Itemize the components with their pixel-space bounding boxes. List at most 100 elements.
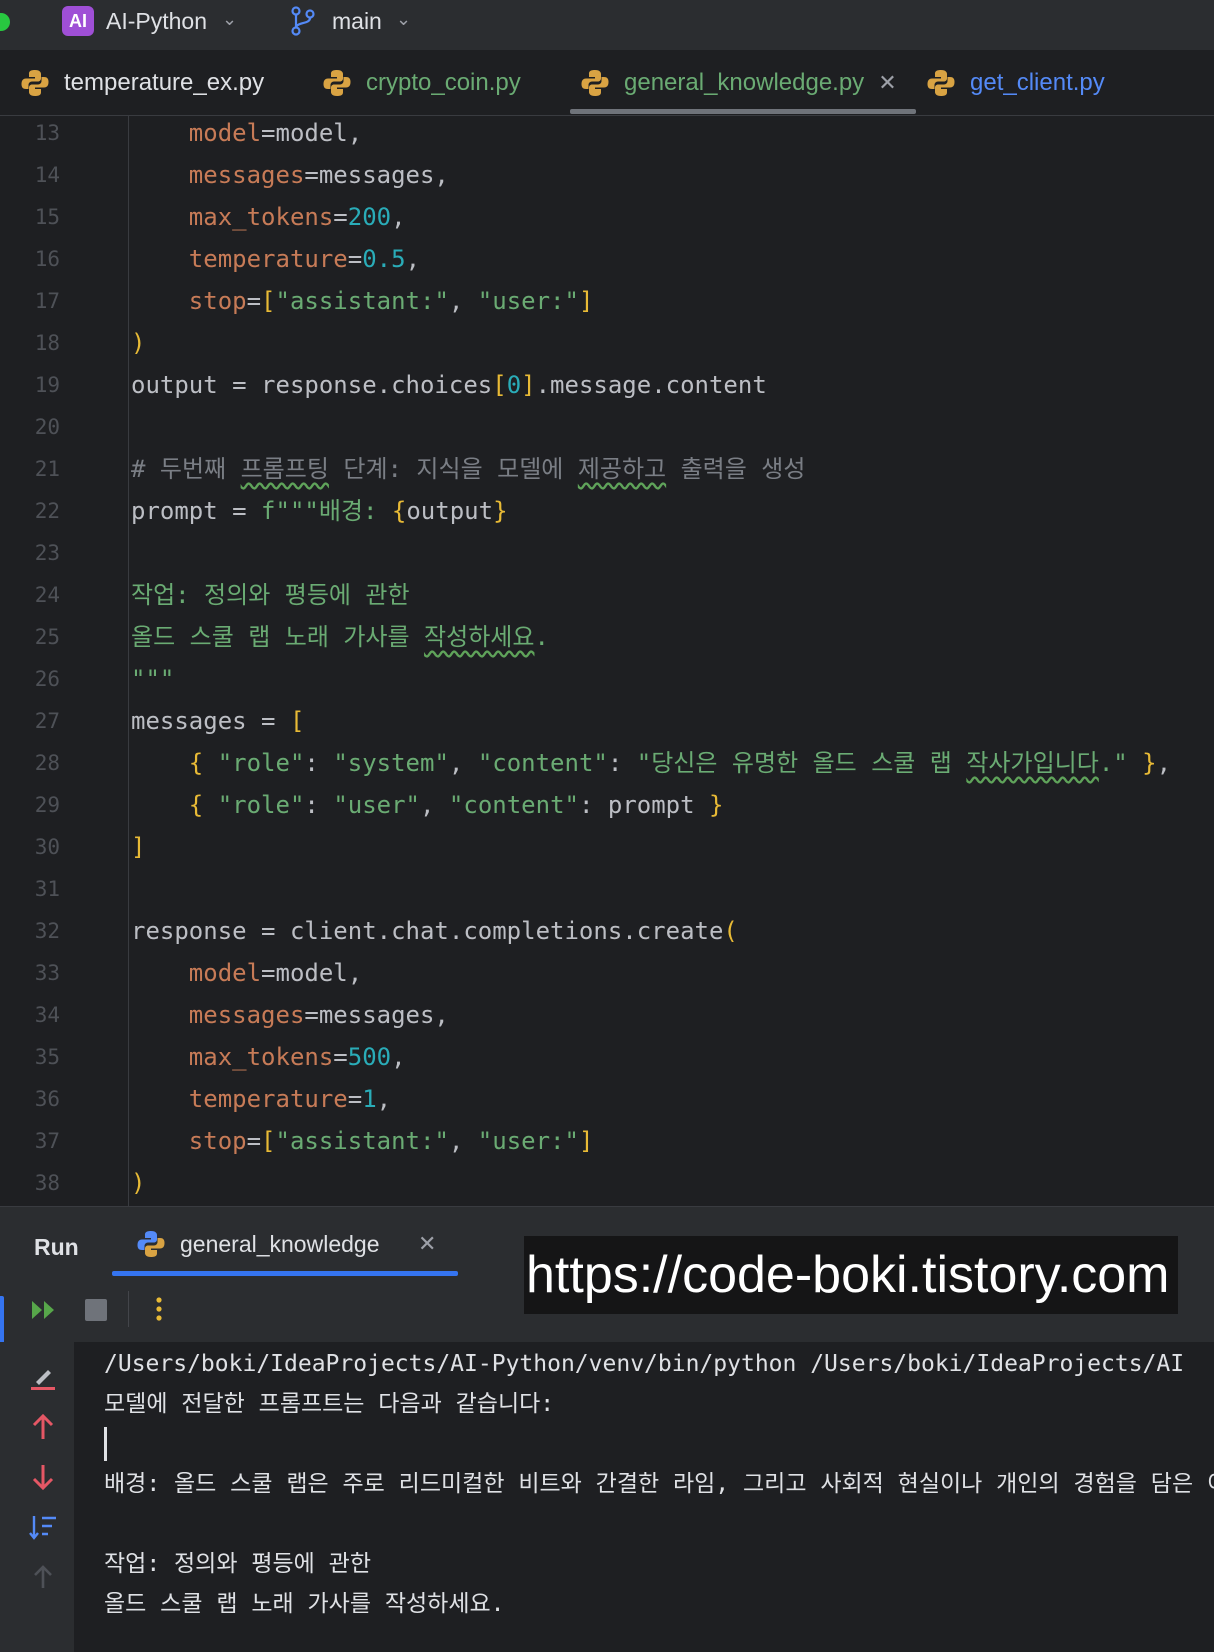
code-token: stop bbox=[131, 287, 247, 315]
tab-general-knowledge[interactable]: general_knowledge.py ✕ bbox=[580, 51, 897, 115]
python-file-icon bbox=[137, 1231, 165, 1257]
code-line[interactable]: stop=["assistant:", "user:"] bbox=[131, 1120, 594, 1162]
tab-crypto-coin[interactable]: crypto_coin.py bbox=[322, 51, 521, 115]
code-line[interactable]: 작업: 정의와 평등에 관한 bbox=[131, 574, 410, 616]
code-token: , bbox=[405, 245, 421, 273]
code-line[interactable]: model=model, bbox=[131, 952, 362, 994]
code-token: .message.content bbox=[535, 371, 767, 399]
code-line[interactable]: 올드 스쿨 랩 노래 가사를 작성하세요. bbox=[131, 616, 549, 658]
python-file-icon bbox=[323, 70, 351, 96]
code-line[interactable]: prompt = f"""배경: {output} bbox=[131, 490, 508, 532]
code-token: 작업: 정의와 평등에 관한 bbox=[131, 581, 410, 609]
code-line[interactable]: max_tokens=500, bbox=[131, 1036, 406, 1078]
code-line[interactable]: max_tokens=200, bbox=[131, 196, 406, 238]
close-icon[interactable]: ✕ bbox=[418, 1231, 436, 1257]
code-token: = bbox=[333, 1043, 348, 1071]
code-token: ] bbox=[131, 833, 146, 861]
line-number: 31 bbox=[34, 877, 60, 901]
code-token: = bbox=[347, 1085, 363, 1113]
line-number: 24 bbox=[34, 583, 60, 607]
tab-get-client[interactable]: get_client.py bbox=[926, 51, 1105, 115]
code-line[interactable]: temperature=1, bbox=[131, 1078, 391, 1120]
tab-label: crypto_coin.py bbox=[366, 69, 521, 96]
stop-icon[interactable] bbox=[85, 1299, 107, 1321]
code-line[interactable]: ) bbox=[131, 1162, 145, 1204]
line-number: 13 bbox=[34, 121, 60, 145]
line-number: 23 bbox=[34, 541, 60, 565]
clear-all-icon[interactable] bbox=[28, 1362, 58, 1392]
code-line[interactable]: ] bbox=[131, 826, 145, 868]
code-token: =model, bbox=[261, 959, 363, 987]
scroll-top-icon[interactable] bbox=[28, 1562, 58, 1592]
toolbar-separator bbox=[128, 1291, 129, 1327]
code-token: 작사가입니다 bbox=[966, 749, 1099, 777]
code-token: "content" bbox=[477, 749, 608, 777]
code-token: . bbox=[534, 623, 549, 651]
git-branch-icon[interactable] bbox=[290, 6, 316, 36]
code-token: model bbox=[131, 119, 262, 147]
code-token: , bbox=[420, 791, 449, 819]
code-token: : bbox=[304, 749, 334, 777]
code-line[interactable]: model=model, bbox=[131, 112, 362, 154]
window-maximize-button[interactable] bbox=[0, 13, 10, 31]
code-token: 0.5 bbox=[362, 245, 406, 273]
project-name[interactable]: AI-Python bbox=[106, 8, 207, 35]
code-token: temperature bbox=[131, 1085, 348, 1113]
line-number: 14 bbox=[34, 163, 60, 187]
line-number: 35 bbox=[34, 1045, 60, 1069]
console-line: 작업: 정의와 평등에 관한 bbox=[104, 1551, 371, 1577]
code-token: } bbox=[709, 791, 724, 819]
console-output[interactable]: /Users/boki/IdeaProjects/AI-Python/venv/… bbox=[74, 1342, 1214, 1652]
code-token: } bbox=[493, 497, 508, 525]
code-token: output = response.choices bbox=[131, 371, 493, 399]
code-token: "user:" bbox=[477, 1127, 579, 1155]
code-editor[interactable]: 13 model=model, 14 messages=messages, 15 m… bbox=[0, 116, 1214, 1206]
line-number: 16 bbox=[34, 247, 60, 271]
code-token: =messages, bbox=[304, 1001, 449, 1029]
code-token: stop bbox=[131, 1127, 247, 1155]
code-token: } bbox=[1127, 749, 1157, 777]
code-token: f"""배경: bbox=[261, 497, 392, 525]
code-line[interactable]: temperature=0.5, bbox=[131, 238, 420, 280]
arrow-down-icon[interactable] bbox=[28, 1462, 58, 1492]
code-token: messages bbox=[131, 161, 305, 189]
code-token: "assistant:" bbox=[275, 287, 449, 315]
code-token: ) bbox=[131, 329, 146, 357]
code-token: ( bbox=[723, 917, 738, 945]
chevron-down-icon[interactable]: ⌄ bbox=[396, 9, 411, 30]
project-badge[interactable]: AI bbox=[62, 6, 94, 36]
tab-temperature-ex[interactable]: temperature_ex.py bbox=[20, 51, 264, 115]
line-number: 37 bbox=[34, 1129, 60, 1153]
code-line[interactable]: messages=messages, bbox=[131, 994, 449, 1036]
code-line[interactable]: ) bbox=[131, 322, 145, 364]
code-line[interactable]: messages = [ bbox=[131, 700, 304, 742]
code-line[interactable]: { "role": "user", "content": prompt } bbox=[131, 784, 724, 826]
code-line[interactable]: # 두번째 프롬프팅 단계: 지식을 모델에 제공하고 출력을 생성 bbox=[131, 448, 805, 490]
code-line[interactable]: messages=messages, bbox=[131, 154, 449, 196]
arrow-up-icon[interactable] bbox=[28, 1412, 58, 1442]
watermark-url: https://code-boki.tistory.com bbox=[524, 1236, 1178, 1314]
code-token: = bbox=[333, 203, 348, 231]
line-number: 19 bbox=[34, 373, 60, 397]
line-number: 25 bbox=[34, 625, 60, 649]
close-icon[interactable]: ✕ bbox=[878, 70, 896, 96]
double-play-icon[interactable] bbox=[30, 1298, 58, 1322]
code-token: "user" bbox=[333, 791, 421, 819]
code-token: 200 bbox=[347, 203, 392, 231]
code-line[interactable]: response = client.chat.completions.creat… bbox=[131, 910, 738, 952]
code-token: 제공하고 bbox=[577, 455, 667, 483]
more-vertical-icon[interactable] bbox=[154, 1296, 164, 1322]
code-token: "role" bbox=[203, 791, 305, 819]
code-line[interactable]: """ bbox=[131, 658, 174, 700]
branch-name[interactable]: main bbox=[332, 8, 382, 35]
code-token: = bbox=[246, 1127, 262, 1155]
code-line[interactable]: output = response.choices[0].message.con… bbox=[131, 364, 767, 406]
code-token: output bbox=[406, 497, 494, 525]
code-token: = bbox=[246, 287, 262, 315]
sort-icon[interactable] bbox=[28, 1512, 58, 1542]
code-line[interactable]: { "role": "system", "content": "당신은 유명한 … bbox=[131, 742, 1171, 784]
chevron-down-icon[interactable]: ⌄ bbox=[222, 9, 237, 30]
tab-label: get_client.py bbox=[970, 69, 1105, 96]
run-tab-general-knowledge[interactable]: general_knowledge bbox=[136, 1229, 380, 1259]
code-line[interactable]: stop=["assistant:", "user:"] bbox=[131, 280, 594, 322]
